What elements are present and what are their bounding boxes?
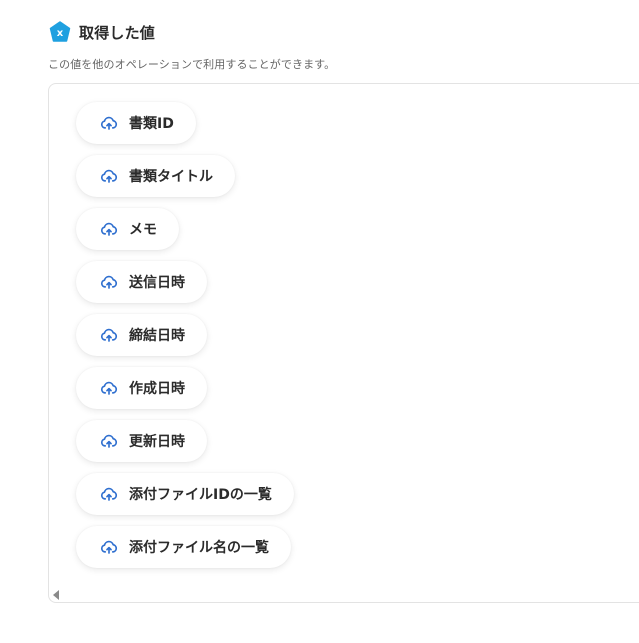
value-chip[interactable]: 締結日時	[76, 314, 207, 356]
value-chip[interactable]: 送信日時	[76, 261, 207, 303]
section-description: この値を他のオペレーションで利用することができます。	[48, 58, 336, 71]
cloud-upload-icon	[100, 434, 118, 448]
value-chip-label: 添付ファイルIDの一覧	[129, 487, 272, 503]
value-chip[interactable]: メモ	[76, 208, 179, 250]
cloud-upload-icon	[100, 169, 118, 183]
cloud-upload-icon	[100, 487, 118, 501]
value-chip-label: メモ	[129, 222, 157, 238]
value-chip-label: 書類ID	[129, 116, 174, 132]
value-chip-label: 送信日時	[129, 275, 185, 291]
scroll-left-arrow-icon[interactable]	[53, 590, 59, 600]
cloud-upload-icon	[100, 222, 118, 236]
value-chip[interactable]: 添付ファイル名の一覧	[76, 526, 291, 568]
section-title: 取得した値	[79, 23, 156, 42]
cloud-upload-icon	[100, 116, 118, 130]
value-chip[interactable]: 書類タイトル	[76, 155, 235, 197]
value-chip-label: 締結日時	[129, 328, 185, 344]
value-chip[interactable]: 更新日時	[76, 420, 207, 462]
cloud-upload-icon	[100, 328, 118, 342]
value-chip-label: 作成日時	[129, 381, 185, 397]
value-chip[interactable]: 書類ID	[76, 102, 196, 144]
value-chip-label: 書類タイトル	[129, 169, 213, 185]
section-header: x 取得した値	[49, 21, 155, 43]
value-chip[interactable]: 作成日時	[76, 367, 207, 409]
badge-letter: x	[57, 28, 64, 39]
values-panel: 書類ID 書類タイトル メモ 送信日時 締結日時 作成日時 更新日時 添付ファイ…	[48, 83, 639, 603]
value-chip-label: 更新日時	[129, 434, 185, 450]
cloud-upload-icon	[100, 381, 118, 395]
value-chip-label: 添付ファイル名の一覧	[129, 540, 269, 556]
value-chip-list: 書類ID 書類タイトル メモ 送信日時 締結日時 作成日時 更新日時 添付ファイ…	[76, 102, 294, 579]
value-chip[interactable]: 添付ファイルIDの一覧	[76, 473, 294, 515]
cloud-upload-icon	[100, 540, 118, 554]
cloud-upload-icon	[100, 275, 118, 289]
variable-badge-icon: x	[49, 21, 71, 42]
